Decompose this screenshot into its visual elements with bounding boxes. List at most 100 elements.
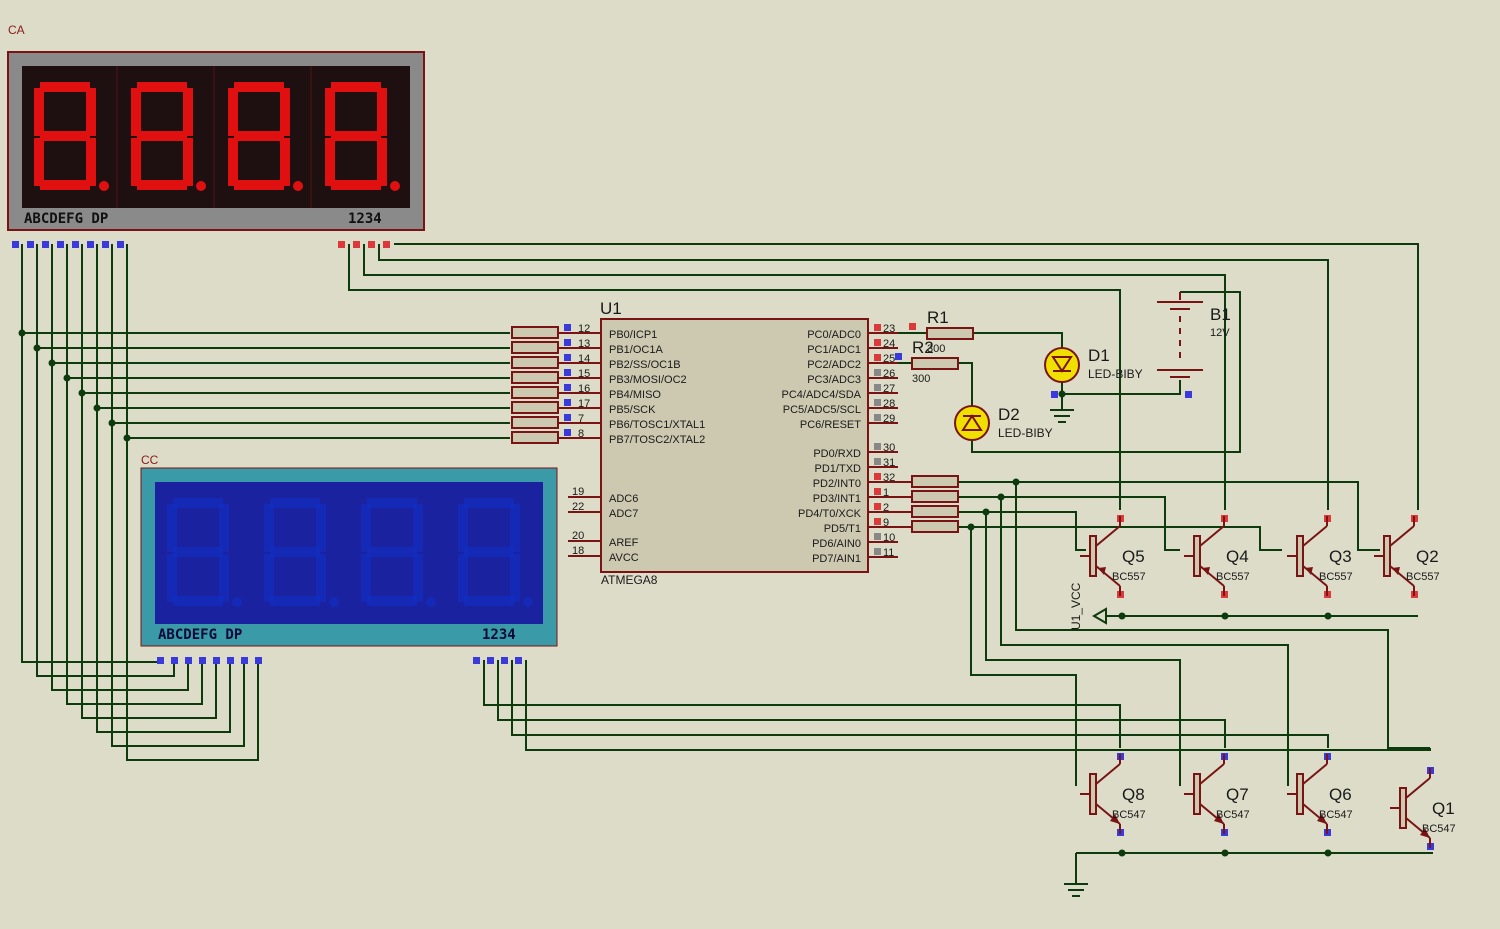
decimal-point bbox=[390, 181, 400, 191]
cc-segment-label: ABCDEFG DP bbox=[158, 627, 242, 643]
pin-terminal bbox=[874, 414, 881, 421]
resistor-r1[interactable]: R1 300 bbox=[926, 308, 974, 355]
mcu-pin-number: 16 bbox=[578, 383, 590, 395]
mcu-pin-number: 9 bbox=[883, 517, 889, 529]
segment bbox=[137, 180, 187, 190]
pin-terminal bbox=[12, 241, 19, 248]
pin-terminal bbox=[87, 241, 94, 248]
mcu-pin-name: AREF bbox=[609, 537, 639, 549]
mcu-pin-number: 28 bbox=[883, 398, 895, 410]
segment bbox=[377, 88, 387, 136]
mcu-pin-name: ADC7 bbox=[609, 508, 638, 520]
b1-ref: B1 bbox=[1210, 305, 1231, 324]
segment bbox=[458, 504, 468, 552]
segment bbox=[264, 504, 274, 552]
segment-resistor[interactable] bbox=[511, 416, 559, 429]
transistor-part: BC547 bbox=[1422, 823, 1456, 835]
segment-resistor[interactable] bbox=[511, 326, 559, 339]
npn-transistor-q6[interactable]: Q6 BC547 bbox=[1287, 754, 1353, 834]
mcu-pin-number: 7 bbox=[578, 413, 584, 425]
segment bbox=[228, 138, 238, 186]
digit-resistor[interactable] bbox=[911, 505, 959, 518]
mcu-pin-number: 23 bbox=[883, 323, 895, 335]
transistor-body bbox=[1399, 787, 1407, 829]
mcu-pin-number: 22 bbox=[572, 501, 584, 513]
junction-dot bbox=[48, 359, 56, 367]
mcu-pin-name: PD7/AIN1 bbox=[812, 553, 861, 565]
segment bbox=[131, 138, 141, 186]
digit-resistor[interactable] bbox=[911, 520, 959, 533]
transistor-ref: Q8 bbox=[1122, 785, 1145, 804]
mcu-pin-number: 8 bbox=[578, 428, 584, 440]
segment-resistor[interactable] bbox=[511, 341, 559, 354]
pin-terminal bbox=[1051, 391, 1058, 398]
ca-seven-segment-display[interactable]: ABCDEFG DP 1234 bbox=[7, 51, 425, 231]
mcu-pin-number: 10 bbox=[883, 532, 895, 544]
npn-transistor-q8[interactable]: Q8 BC547 bbox=[1080, 754, 1146, 834]
transistor-part: BC557 bbox=[1216, 571, 1250, 583]
pin-terminal bbox=[874, 503, 881, 510]
pin-terminal bbox=[185, 657, 192, 664]
mcu-part: ATMEGA8 bbox=[601, 573, 658, 587]
npn-transistor-q1[interactable]: Q1 BC547 bbox=[1390, 768, 1456, 848]
pin-terminal bbox=[213, 657, 220, 664]
segment bbox=[331, 180, 381, 190]
cc-seven-segment-display[interactable]: ABCDEFG DP 1234 bbox=[140, 467, 558, 647]
mcu-pin-name: PC1/ADC1 bbox=[807, 344, 861, 356]
segment-resistor[interactable] bbox=[511, 386, 559, 399]
junction-dot bbox=[1221, 849, 1229, 857]
transistor-body bbox=[1296, 535, 1304, 577]
segment bbox=[86, 88, 96, 136]
mcu-pin-number: 11 bbox=[883, 547, 894, 559]
segment bbox=[367, 547, 417, 557]
digit-resistor[interactable] bbox=[911, 475, 959, 488]
pin-terminal bbox=[383, 241, 390, 248]
mcu-pin-name: PC0/ADC0 bbox=[807, 329, 861, 341]
segment bbox=[183, 88, 193, 136]
transistor-ref: Q2 bbox=[1416, 547, 1439, 566]
segment bbox=[234, 82, 284, 92]
pnp-transistor-q2[interactable]: Q2 BC557 bbox=[1374, 516, 1440, 596]
segment bbox=[228, 88, 238, 136]
decimal-point bbox=[232, 597, 242, 607]
junction-dot bbox=[1012, 478, 1020, 486]
decimal-point bbox=[293, 181, 303, 191]
mcu-pin-name: PC4/ADC4/SDA bbox=[782, 389, 862, 401]
pin-terminal bbox=[909, 323, 916, 330]
mcu-pin-number: 18 bbox=[572, 545, 584, 557]
ground-icon bbox=[1050, 394, 1074, 423]
mcu-pin-number: 24 bbox=[883, 338, 895, 350]
mcu-pin-number: 1 bbox=[883, 487, 889, 499]
pin-terminal bbox=[874, 399, 881, 406]
segment bbox=[464, 596, 514, 606]
r2-value: 300 bbox=[912, 373, 930, 385]
led-d1[interactable]: D1 LED-BIBY bbox=[1044, 346, 1143, 383]
pin-terminal bbox=[72, 241, 79, 248]
pin-terminal bbox=[874, 473, 881, 480]
mcu-pin-name: PD6/AIN0 bbox=[812, 538, 861, 550]
segment-resistor[interactable] bbox=[511, 431, 559, 444]
segment-resistor-bank[interactable] bbox=[511, 326, 559, 444]
segment bbox=[280, 88, 290, 136]
segment bbox=[377, 138, 387, 186]
battery-b1[interactable]: B1 12V bbox=[1157, 292, 1231, 378]
pin-terminal bbox=[338, 241, 345, 248]
pnp-transistor-q3[interactable]: Q3 BC557 bbox=[1287, 516, 1353, 596]
pin-terminal bbox=[157, 657, 164, 664]
microcontroller-u1[interactable]: U1 ATMEGA8 12 PB0/ICP113 PB1/OC1A14 PB2/SS/… bbox=[558, 299, 898, 587]
pin-terminal bbox=[874, 488, 881, 495]
npn-transistor-q7[interactable]: Q7 BC547 bbox=[1184, 754, 1250, 834]
transistor-lead bbox=[1095, 763, 1121, 785]
digit-resistor-bank[interactable] bbox=[898, 475, 959, 533]
segment-resistor[interactable] bbox=[511, 401, 559, 414]
led-d2[interactable]: D2 LED-BIBY bbox=[954, 405, 1053, 441]
segment-resistor[interactable] bbox=[511, 356, 559, 369]
transistor-lead bbox=[1405, 777, 1431, 799]
pin-terminal bbox=[564, 339, 571, 346]
junction-dot bbox=[93, 404, 101, 412]
digit-resistor[interactable] bbox=[911, 490, 959, 503]
mcu-pin-number: 15 bbox=[578, 368, 590, 380]
segment-resistor[interactable] bbox=[511, 371, 559, 384]
transistor-part: BC557 bbox=[1406, 571, 1440, 583]
vcc-terminal: U1_VCC bbox=[1069, 582, 1122, 630]
